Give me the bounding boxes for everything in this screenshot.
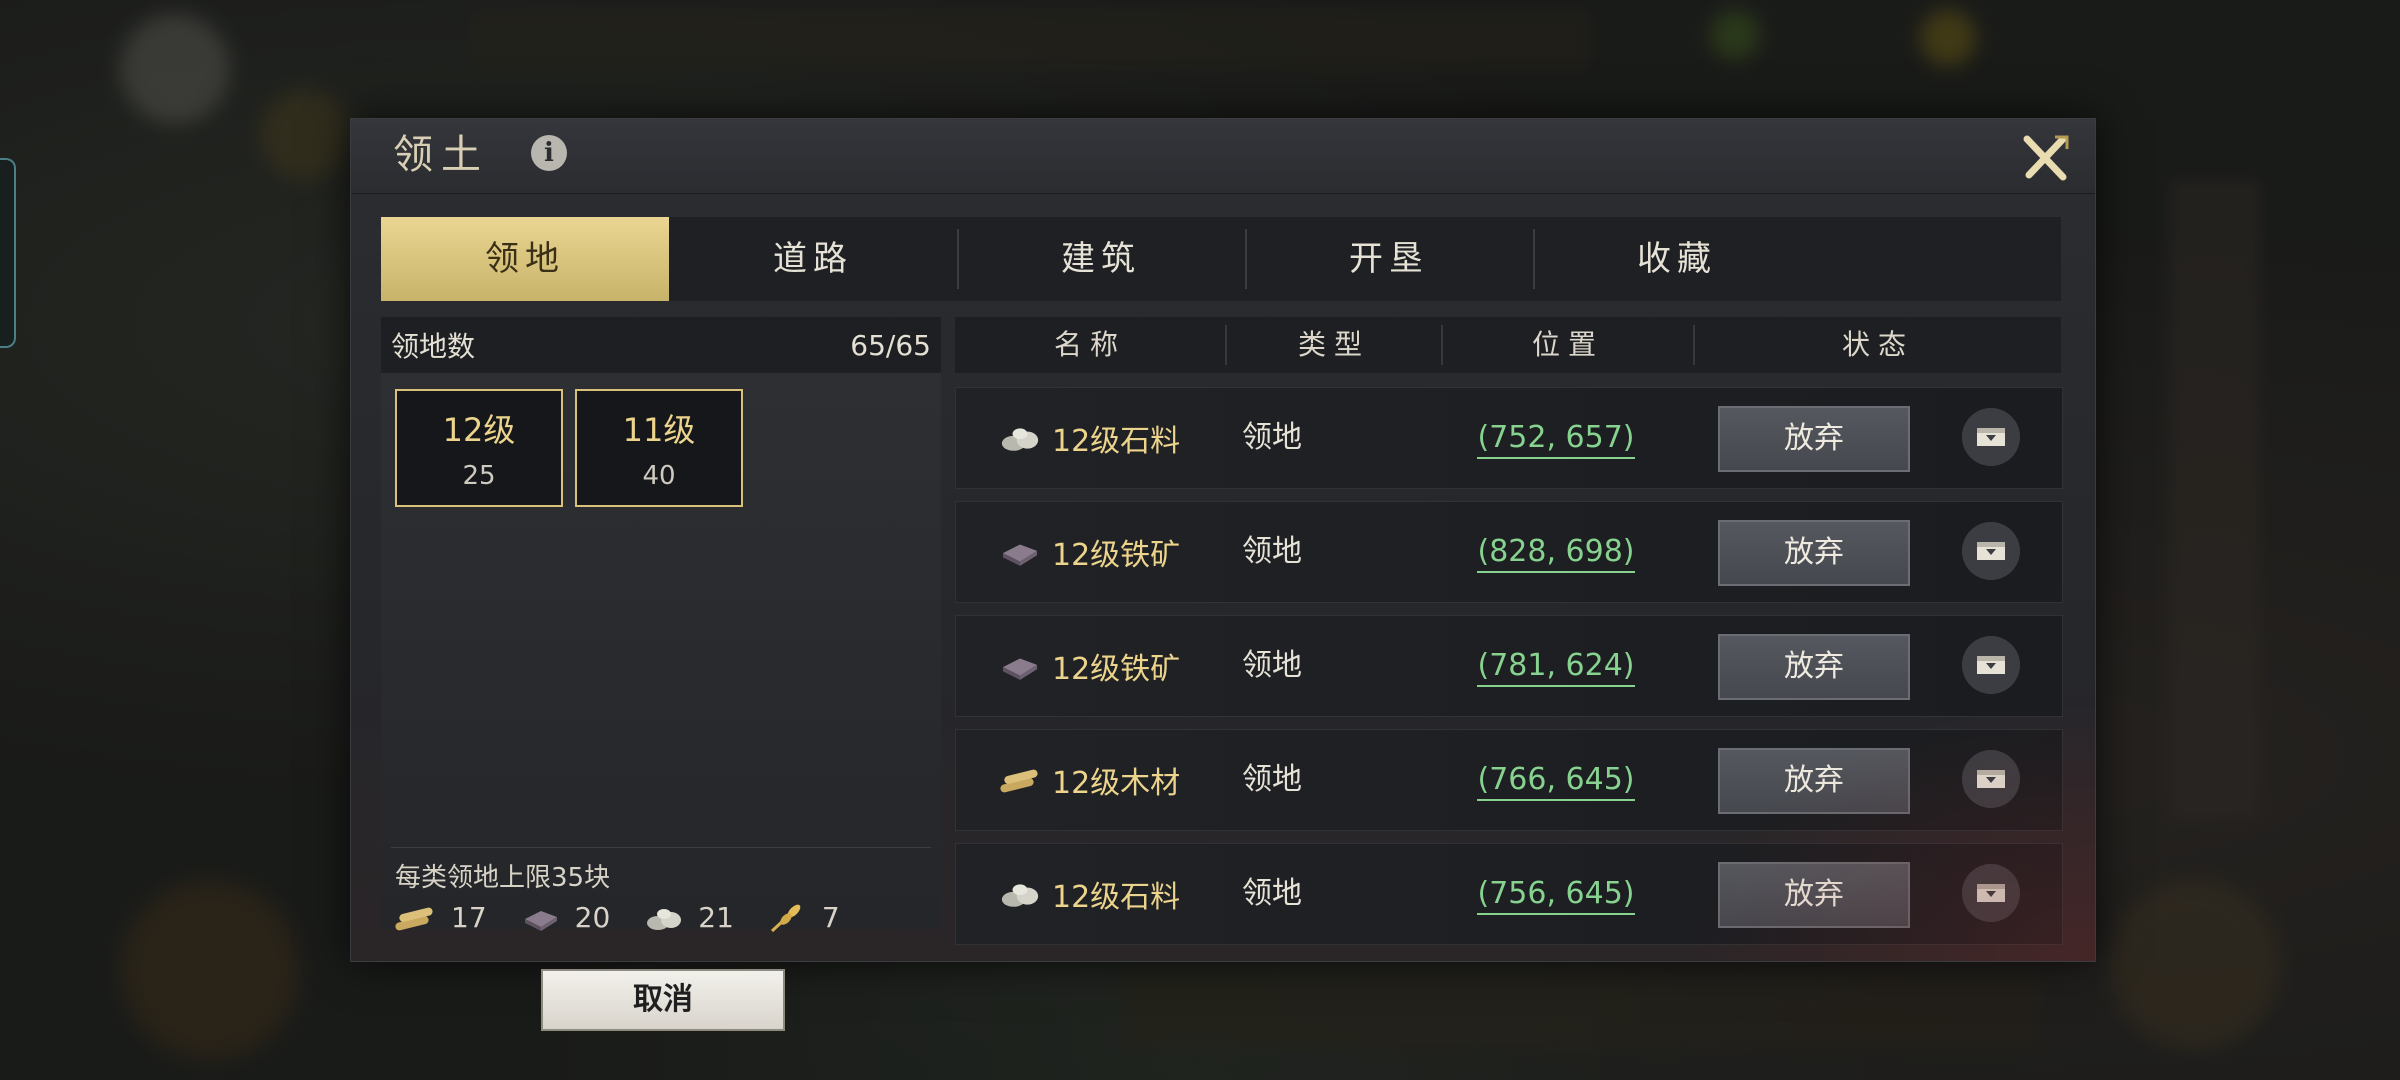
wood-count: 17	[393, 901, 487, 934]
bookmark-icon[interactable]	[1962, 408, 2020, 466]
tab-roads[interactable]: 道路	[669, 217, 957, 301]
info-icon[interactable]: i	[531, 135, 567, 171]
tab-cultivation[interactable]: 开垦	[1245, 217, 1533, 301]
coordinate-link[interactable]: (752, 657)	[1476, 388, 1636, 488]
table-row[interactable]: 12级木材 领地 (766, 645) 放弃	[955, 729, 2063, 831]
table-row[interactable]: 12级石料 领地 (752, 657) 放弃	[955, 387, 2063, 489]
abandon-button[interactable]: 放弃	[1718, 862, 1910, 928]
coordinate-link[interactable]: (828, 698)	[1476, 502, 1636, 602]
resource-counts: 17 20 21 7	[393, 901, 874, 934]
column-header-status: 状态	[1841, 328, 1914, 361]
territory-name: 12级木材	[998, 730, 1180, 830]
territory-name: 12级石料	[998, 844, 1180, 944]
side-drawer-tab[interactable]	[0, 158, 16, 348]
territory-type: 领地	[1242, 420, 1302, 455]
territory-type: 领地	[1242, 648, 1302, 683]
iron-icon	[1002, 544, 1038, 566]
abandon-button[interactable]: 放弃	[1718, 520, 1910, 586]
stone-icon	[647, 908, 682, 930]
close-icon[interactable]	[2017, 131, 2073, 187]
abandon-button[interactable]: 放弃	[1718, 406, 1910, 472]
cancel-button[interactable]: 取消	[541, 969, 785, 1031]
territory-type: 领地	[1242, 762, 1302, 797]
territory-count-value: 65/65	[850, 328, 931, 362]
abandon-button[interactable]: 放弃	[1718, 634, 1910, 700]
abandon-button[interactable]: 放弃	[1718, 748, 1910, 814]
territory-limit-text: 每类领地上限35块	[395, 863, 611, 893]
territory-dialog: 领土 i 领地 道路 建筑 开垦 收藏 领地数 65/65 12级 25 11级…	[350, 118, 2096, 1031]
column-header-position: 位置	[1531, 328, 1604, 361]
coordinate-link[interactable]: (781, 624)	[1476, 616, 1636, 716]
territory-count-label: 领地数	[391, 330, 476, 363]
bookmark-icon[interactable]	[1962, 864, 2020, 922]
level-count: 40	[642, 461, 676, 491]
level-filter-12[interactable]: 12级 25	[395, 389, 563, 507]
table-row[interactable]: 12级石料 领地 (756, 645) 放弃	[955, 843, 2063, 945]
territory-type: 领地	[1242, 876, 1302, 911]
tab-favorites[interactable]: 收藏	[1533, 217, 1821, 301]
iron-icon	[1002, 658, 1038, 680]
table-header: 名称 类型 位置 状态	[955, 317, 2061, 373]
iron-icon	[524, 910, 557, 931]
table-row[interactable]: 12级铁矿 领地 (828, 698) 放弃	[955, 501, 2063, 603]
territory-count-header: 领地数 65/65	[381, 317, 941, 373]
territory-name: 12级石料	[998, 388, 1180, 488]
column-header-name: 名称	[1053, 328, 1126, 361]
grain-icon	[770, 904, 801, 932]
bookmark-icon[interactable]	[1962, 750, 2020, 808]
territory-name: 12级铁矿	[998, 502, 1180, 602]
territory-name: 12级铁矿	[998, 616, 1180, 716]
iron-count: 20	[521, 901, 610, 934]
level-filter-11[interactable]: 11级 40	[575, 389, 743, 507]
bookmark-icon[interactable]	[1962, 636, 2020, 694]
coordinate-link[interactable]: (766, 645)	[1476, 730, 1636, 830]
level-count: 25	[462, 461, 496, 491]
table-row[interactable]: 12级铁矿 领地 (781, 624) 放弃	[955, 615, 2063, 717]
stone-icon	[1001, 428, 1039, 451]
coordinate-link[interactable]: (756, 645)	[1476, 844, 1636, 944]
dialog-titlebar: 领土 i	[351, 119, 2095, 194]
divider	[391, 847, 931, 848]
bookmark-icon[interactable]	[1962, 522, 2020, 580]
tab-bar: 领地 道路 建筑 开垦 收藏	[381, 217, 2061, 301]
stone-icon	[1001, 884, 1039, 907]
tab-territory[interactable]: 领地	[381, 217, 669, 301]
territory-summary-panel: 领地数 65/65 12级 25 11级 40 每类领地上限35块 17 20 …	[381, 317, 941, 1031]
territory-type: 领地	[1242, 534, 1302, 569]
wood-icon	[395, 907, 433, 930]
level-label: 12级	[442, 411, 516, 449]
level-label: 11级	[622, 411, 696, 449]
stone-count: 21	[644, 901, 734, 934]
column-header-type: 类型	[1297, 328, 1370, 361]
wood-icon	[1000, 769, 1038, 793]
dialog-title: 领土	[393, 132, 489, 178]
grain-count: 7	[768, 901, 840, 934]
tab-buildings[interactable]: 建筑	[957, 217, 1245, 301]
